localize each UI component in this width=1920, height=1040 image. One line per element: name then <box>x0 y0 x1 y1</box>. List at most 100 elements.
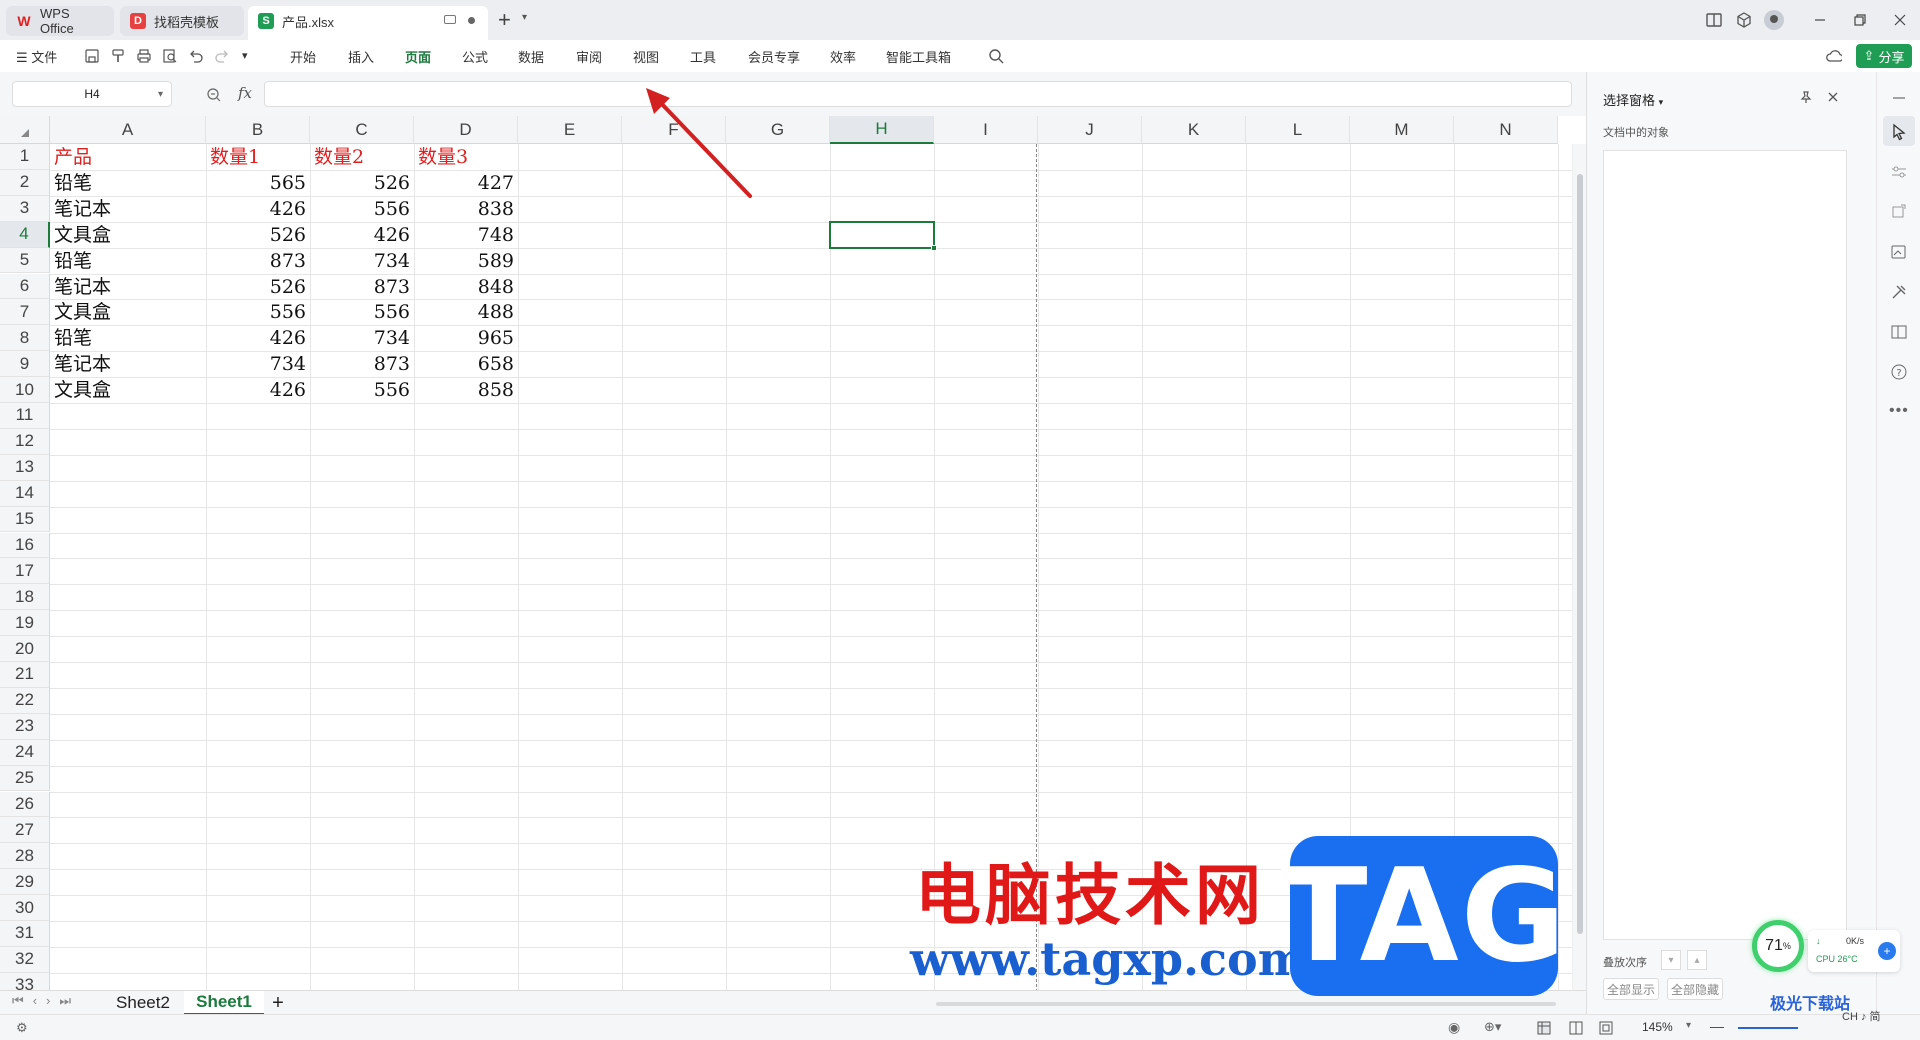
column-header-j[interactable]: J <box>1038 116 1142 144</box>
memory-usage-gauge[interactable]: 71% <box>1752 920 1804 972</box>
row-header-21[interactable]: 21 <box>0 662 50 688</box>
row-header-25[interactable]: 25 <box>0 765 50 792</box>
row-header-6[interactable]: 6 <box>0 273 50 300</box>
menu-insert[interactable]: 插入 <box>348 47 374 66</box>
cell-c6[interactable]: 873 <box>314 274 410 300</box>
sheet-tab-sheet1[interactable]: Sheet1 <box>184 991 264 1015</box>
page-layout-icon[interactable] <box>1598 1020 1614 1036</box>
column-header-c[interactable]: C <box>310 116 414 144</box>
row-header-7[interactable]: 7 <box>0 299 50 326</box>
row-header-16[interactable]: 16 <box>0 532 50 559</box>
cell-b9[interactable]: 734 <box>210 351 306 377</box>
zoom-formula-icon[interactable] <box>206 87 222 103</box>
cell-a5[interactable]: 铅笔 <box>54 248 202 274</box>
cell-b5[interactable]: 873 <box>210 248 306 274</box>
column-header-b[interactable]: B <box>206 116 310 144</box>
row-header-11[interactable]: 11 <box>0 403 50 429</box>
cube-icon[interactable] <box>1734 10 1754 30</box>
cursor-select-icon[interactable] <box>1889 122 1909 142</box>
shape-icon[interactable] <box>1889 202 1909 222</box>
sheet-nav-arrows[interactable]: ⏮‹›⏭ <box>12 993 80 1009</box>
reading-view-icon[interactable] <box>1568 1020 1584 1036</box>
row-header-26[interactable]: 26 <box>0 791 50 818</box>
cell-a3[interactable]: 笔记本 <box>54 196 202 222</box>
row-header-23[interactable]: 23 <box>0 713 50 740</box>
row-header-8[interactable]: 8 <box>0 325 50 352</box>
cell-d3[interactable]: 838 <box>418 196 514 222</box>
unsaved-dot-icon[interactable] <box>468 17 475 24</box>
menu-member[interactable]: 会员专享 <box>748 47 800 66</box>
search-icon[interactable] <box>988 48 1004 64</box>
cell-d7[interactable]: 488 <box>418 299 514 325</box>
cell-c4[interactable]: 426 <box>314 222 410 248</box>
cell-b10[interactable]: 426 <box>210 377 306 403</box>
cell-c7[interactable]: 556 <box>314 299 410 325</box>
close-icon[interactable] <box>1890 10 1910 30</box>
cell-c9[interactable]: 873 <box>314 351 410 377</box>
undo-icon[interactable] <box>188 48 204 64</box>
row-header-32[interactable]: 32 <box>0 946 50 973</box>
book-icon[interactable] <box>1889 322 1909 342</box>
row-header-31[interactable]: 31 <box>0 921 50 947</box>
row-header-29[interactable]: 29 <box>0 869 50 896</box>
show-all-button[interactable]: 全部显示 <box>1603 978 1659 1000</box>
cell-c5[interactable]: 734 <box>314 248 410 274</box>
layout-icon[interactable] <box>1704 10 1724 30</box>
pin-icon[interactable] <box>1799 90 1813 104</box>
row-header-3[interactable]: 3 <box>0 195 50 222</box>
tab-product-xlsx[interactable]: S 产品.xlsx <box>248 6 488 40</box>
row-header-4[interactable]: 4 <box>0 221 50 248</box>
cloud-icon[interactable] <box>1826 48 1842 64</box>
cell-c8[interactable]: 734 <box>314 325 410 351</box>
row-header-14[interactable]: 14 <box>0 480 50 507</box>
new-tab-plus-icon[interactable]: + <box>498 8 511 32</box>
minimize-panel-icon[interactable] <box>1889 88 1909 108</box>
cell-b8[interactable]: 426 <box>210 325 306 351</box>
chevron-down-icon[interactable]: ▾ <box>1686 1020 1691 1031</box>
chevron-down-icon[interactable]: ▾ <box>158 89 163 100</box>
row-header-20[interactable]: 20 <box>0 636 50 662</box>
avatar[interactable] <box>1764 10 1784 30</box>
row-header-27[interactable]: 27 <box>0 817 50 844</box>
cell-c1[interactable]: 数量2 <box>314 144 410 170</box>
cell-d10[interactable]: 858 <box>418 377 514 403</box>
tab-wps-office[interactable]: W WPS Office <box>6 6 114 36</box>
row-header-17[interactable]: 17 <box>0 558 50 585</box>
column-header-n[interactable]: N <box>1454 116 1558 144</box>
scrollbar-thumb[interactable] <box>1577 174 1583 934</box>
cell-a1[interactable]: 产品 <box>54 144 202 170</box>
more-icon[interactable]: ••• <box>1889 402 1909 420</box>
save-icon[interactable] <box>84 48 100 64</box>
menu-view[interactable]: 视图 <box>633 47 659 66</box>
network-cpu-widget[interactable]: ↓ 0K/s CPU 26°C + <box>1808 930 1900 972</box>
tab-docer-templates[interactable]: D 找稻壳模板 <box>120 6 244 36</box>
select-all-corner[interactable] <box>0 116 50 144</box>
menu-tools[interactable]: 工具 <box>690 47 716 66</box>
cell-a8[interactable]: 铅笔 <box>54 325 202 351</box>
row-header-13[interactable]: 13 <box>0 454 50 481</box>
normal-view-icon[interactable] <box>1536 1020 1552 1036</box>
plus-icon[interactable]: + <box>1878 942 1896 960</box>
print-icon[interactable] <box>136 48 152 64</box>
cell-a4[interactable]: 文具盒 <box>54 222 202 248</box>
row-header-12[interactable]: 12 <box>0 428 50 455</box>
zoom-slider[interactable] <box>1738 1027 1798 1029</box>
close-icon[interactable] <box>1827 91 1839 103</box>
menu-review[interactable]: 审阅 <box>576 47 602 66</box>
menu-home[interactable]: 开始 <box>290 47 316 66</box>
move-down-icon[interactable]: ▾ <box>1661 950 1681 970</box>
cell-a2[interactable]: 铅笔 <box>54 170 202 196</box>
column-header-l[interactable]: L <box>1246 116 1350 144</box>
cell-b7[interactable]: 556 <box>210 299 306 325</box>
cell-a9[interactable]: 笔记本 <box>54 351 202 377</box>
minimize-icon[interactable] <box>1810 10 1830 30</box>
menu-smart-toolbox[interactable]: 智能工具箱 <box>886 47 951 66</box>
column-header-k[interactable]: K <box>1142 116 1246 144</box>
row-header-19[interactable]: 19 <box>0 610 50 637</box>
monitor-icon[interactable] <box>444 15 456 24</box>
row-header-15[interactable]: 15 <box>0 506 50 533</box>
adjust-icon[interactable] <box>1889 162 1909 182</box>
format-painter-icon[interactable] <box>110 48 126 64</box>
image-edit-icon[interactable] <box>1889 242 1909 262</box>
add-sheet-button[interactable]: + <box>268 991 288 1015</box>
